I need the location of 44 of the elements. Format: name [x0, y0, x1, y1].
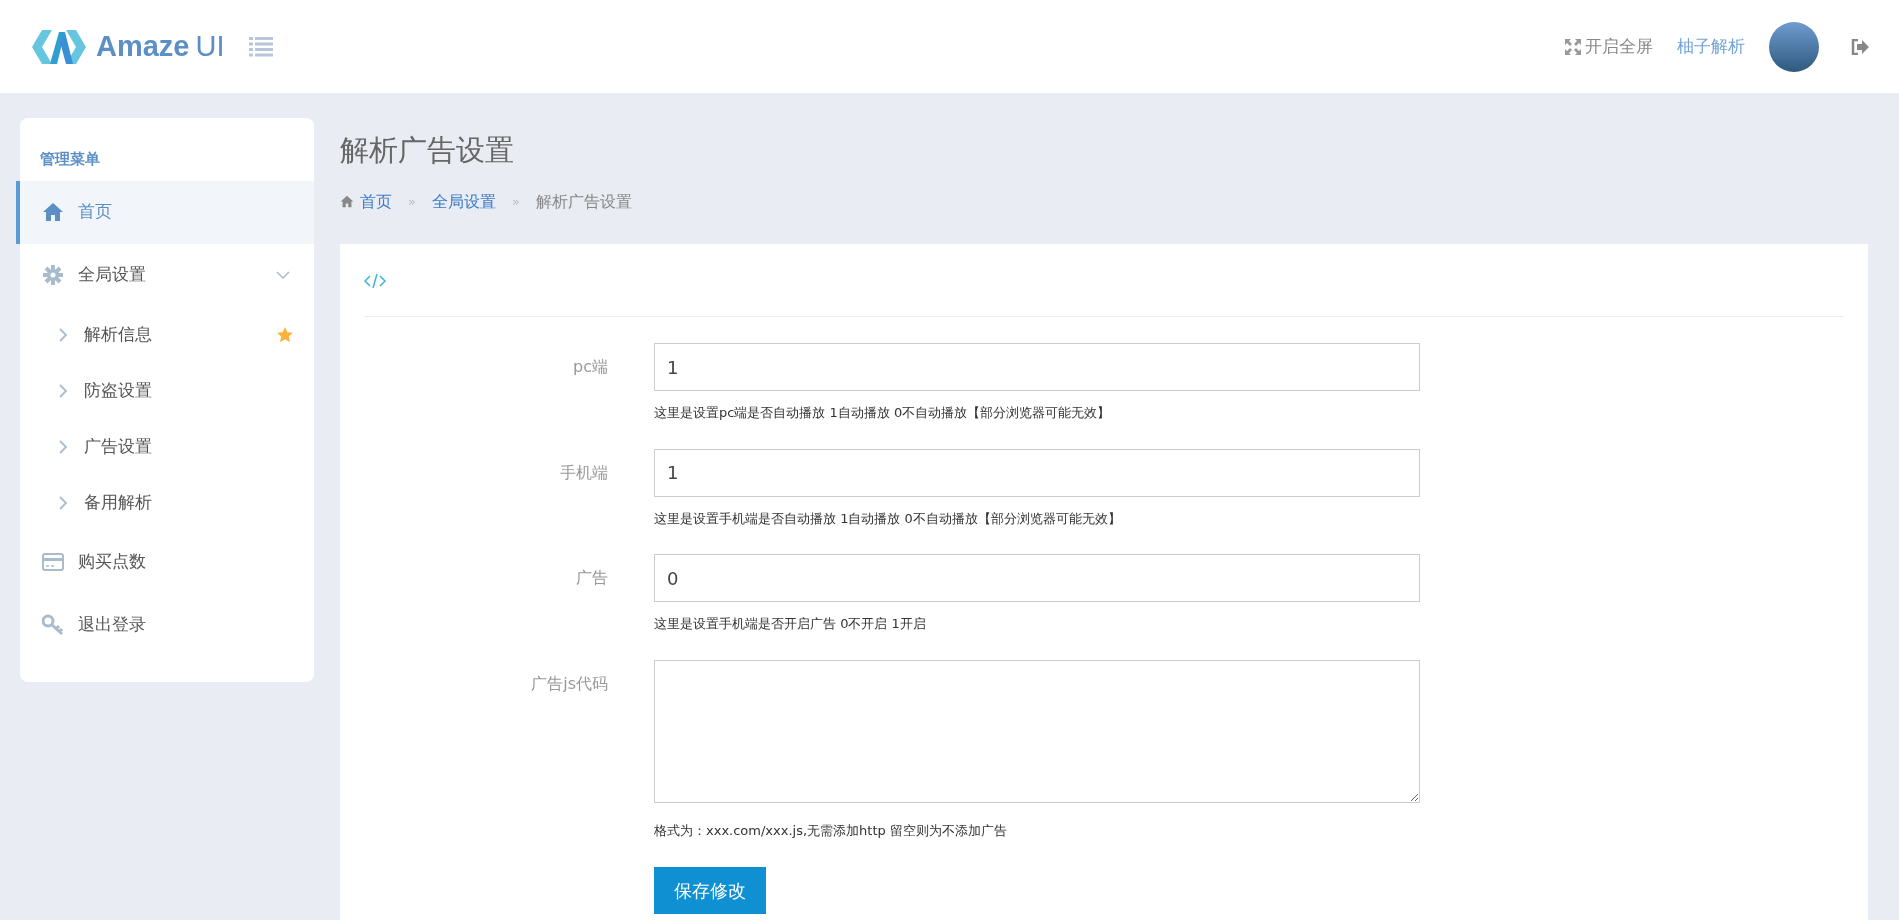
help-text: 格式为：xxx.com/xxx.js,无需添加http 留空则为不添加广告 [654, 822, 1008, 841]
sidebar-subitem[interactable]: 解析信息 [16, 306, 314, 363]
help-text: 这里是设置pc端是否自动播放 1自动播放 0不自动播放【部分浏览器可能无效】 [654, 404, 1112, 423]
gear-icon [42, 264, 64, 286]
breadcrumb-link[interactable]: 首页 [360, 189, 392, 214]
save-button[interactable]: 保存修改 [654, 866, 766, 914]
breadcrumb-separator: » [408, 193, 416, 212]
breadcrumb-current: 解析广告设置 [535, 190, 632, 213]
breadcrumb-link[interactable]: 全局设置 [431, 189, 496, 214]
home-icon [42, 201, 64, 223]
key-icon [42, 614, 64, 636]
help-text: 这里是设置手机端是否自动播放 1自动播放 0不自动播放【部分浏览器可能无效】 [654, 509, 1122, 528]
field-label: pc端 [572, 356, 609, 379]
input-field[interactable]: 1 [654, 448, 1420, 497]
sidebar-subitem[interactable]: 广告设置 [16, 418, 314, 475]
credit-card-icon [42, 551, 64, 573]
avatar[interactable] [1769, 21, 1819, 72]
page-title: 解析广告设置 [340, 133, 515, 168]
sidebar-item[interactable]: 全局设置 [16, 243, 314, 307]
logout-icon [1851, 39, 1869, 55]
chevron-right-icon [58, 438, 68, 455]
chevron-right-icon [58, 494, 68, 511]
breadcrumb-separator: » [511, 193, 520, 212]
field-label: 广告js代码 [530, 672, 609, 695]
help-text: 这里是设置手机端是否开启广告 0不开启 1开启 [654, 615, 927, 634]
chevron-right-icon [58, 382, 68, 399]
input-field[interactable]: 0 [654, 554, 1420, 603]
code-icon [364, 273, 386, 290]
sidebar-title: 管理菜单 [39, 149, 101, 170]
field-label: 手机端 [559, 461, 609, 484]
sidebar-subitem[interactable]: 备用解析 [16, 474, 314, 531]
sidebar-subitem[interactable]: 防盗设置 [16, 362, 314, 419]
fullscreen-link[interactable]: 开启全屏 [1565, 33, 1653, 60]
sidebar-item[interactable]: 退出登录 [16, 593, 314, 657]
home-icon [340, 195, 354, 209]
logo-text: Amaze [96, 28, 190, 64]
menu-icon [248, 37, 273, 57]
chevron-right-icon [58, 326, 68, 343]
logo-text: UI [195, 28, 225, 64]
logo-icon [30, 29, 88, 64]
sidebar-item[interactable]: 购买点数 [16, 530, 314, 594]
field-label: 广告 [575, 567, 609, 590]
input-field[interactable]: 1 [654, 343, 1420, 392]
expand-icon [1565, 38, 1581, 55]
